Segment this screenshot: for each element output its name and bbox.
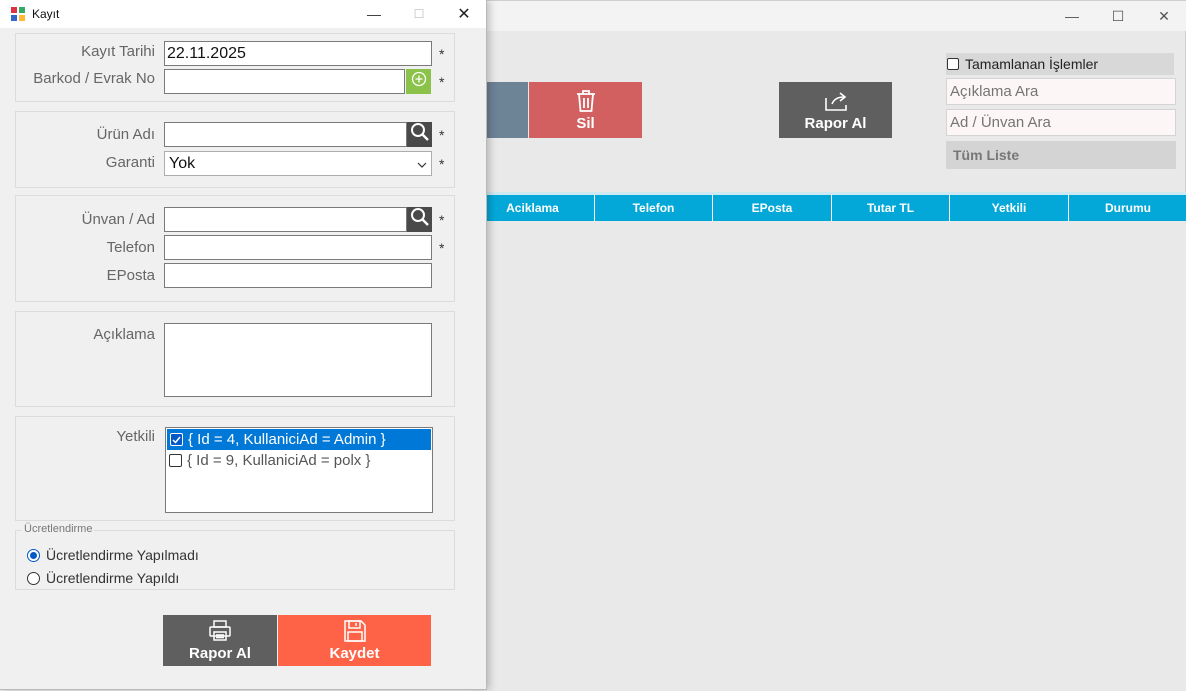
- title-name-label: Ünvan / Ad: [81, 211, 155, 228]
- add-barcode-button[interactable]: [406, 69, 431, 94]
- description-label: Açıklama: [93, 326, 155, 343]
- minimize-icon: —: [367, 6, 381, 22]
- dialog-close-button[interactable]: ✕: [441, 0, 487, 28]
- completed-filter-checkbox[interactable]: Tamamlanan İşlemler: [946, 53, 1174, 75]
- delete-label: Sil: [576, 114, 595, 132]
- dialog-titlebar: Kayıt — ☐ ✕: [0, 0, 486, 28]
- list-item[interactable]: { Id = 4, KullaniciAd = Admin }: [167, 429, 431, 450]
- grid-body[interactable]: [471, 221, 1186, 691]
- close-icon: ✕: [1158, 7, 1170, 24]
- checked-checkbox[interactable]: [170, 433, 183, 446]
- close-icon: ✕: [457, 6, 471, 23]
- email-field[interactable]: [164, 263, 432, 288]
- title-name-field[interactable]: [164, 207, 407, 232]
- close-button[interactable]: ✕: [1141, 1, 1186, 31]
- column-header[interactable]: Yetkili: [949, 195, 1068, 221]
- required-mark: *: [439, 74, 445, 90]
- barcode-field[interactable]: [164, 69, 405, 94]
- radio-unselected: [27, 571, 40, 585]
- required-mark: *: [439, 240, 445, 256]
- required-mark: *: [439, 127, 445, 143]
- barcode-label: Barkod / Evrak No: [33, 70, 155, 87]
- warranty-select[interactable]: Yok: [164, 151, 432, 176]
- record-date-label: Kayıt Tarihi: [81, 43, 155, 60]
- completed-filter-label: Tamamlanan İşlemler: [965, 56, 1099, 72]
- product-name-label: Ürün Adı: [96, 126, 155, 143]
- dialog-minimize-button[interactable]: —: [351, 0, 397, 28]
- email-label: EPosta: [106, 267, 155, 284]
- chevron-down-icon: [417, 155, 427, 173]
- save-icon: [343, 619, 367, 643]
- maximize-button[interactable]: ☐: [1095, 1, 1141, 31]
- phone-field[interactable]: [164, 235, 432, 260]
- radio-not-priced[interactable]: Ücretlendirme Yapılmadı: [27, 547, 199, 563]
- checkbox-box: [947, 58, 959, 70]
- description-field[interactable]: [164, 323, 432, 397]
- save-button[interactable]: Kaydet: [278, 615, 431, 666]
- delete-button[interactable]: Sil: [529, 82, 642, 138]
- description-search-input[interactable]: [946, 78, 1176, 105]
- radio-selected: [27, 548, 40, 562]
- column-header[interactable]: EPosta: [712, 195, 831, 221]
- list-item-label: { Id = 9, KullaniciAd = polx }: [187, 452, 371, 469]
- minimize-button[interactable]: —: [1049, 1, 1095, 31]
- app-icon: [10, 6, 26, 22]
- grid-header: Aciklama Telefon EPosta Tutar TL Yetkili…: [471, 195, 1186, 221]
- maximize-icon: ☐: [1111, 7, 1125, 24]
- column-header[interactable]: Tutar TL: [831, 195, 949, 221]
- radio-priced[interactable]: Ücretlendirme Yapıldı: [27, 570, 179, 586]
- record-info-group: Kayıt Tarihi * Barkod / Evrak No *: [15, 33, 455, 102]
- warranty-label: Garanti: [105, 154, 155, 171]
- trash-icon: [575, 89, 597, 113]
- report-label: Rapor Al: [804, 114, 867, 132]
- authorized-group: Yetkili { Id = 4, KullaniciAd = Admin } …: [15, 416, 455, 521]
- product-group: Ürün Adı * Garanti Yok *: [15, 111, 455, 188]
- radio-label: Ücretlendirme Yapılmadı: [46, 547, 199, 563]
- column-header[interactable]: Telefon: [594, 195, 712, 221]
- printer-icon: [208, 619, 232, 643]
- authorized-checklist: { Id = 4, KullaniciAd = Admin } { Id = 9…: [165, 427, 433, 513]
- customer-group: Ünvan / Ad * Telefon * EPosta: [15, 195, 455, 302]
- full-list-button[interactable]: Tüm Liste: [946, 141, 1176, 169]
- description-group: Açıklama: [15, 311, 455, 407]
- pricing-group-title: Ücretlendirme: [22, 523, 95, 535]
- warranty-value: Yok: [169, 154, 196, 172]
- print-report-label: Rapor Al: [189, 645, 251, 662]
- phone-label: Telefon: [106, 239, 155, 256]
- share-icon: [823, 89, 849, 113]
- list-item[interactable]: { Id = 9, KullaniciAd = polx }: [166, 450, 432, 471]
- record-date-field[interactable]: [164, 41, 432, 66]
- pricing-group: Ücretlendirme Ücretlendirme Yapılmadı Üc…: [15, 523, 455, 590]
- required-mark: *: [439, 46, 445, 62]
- search-icon: [410, 207, 430, 232]
- record-dialog: Kayıt — ☐ ✕ Kayıt Tarihi * Barkod / Evra…: [0, 0, 487, 690]
- plus-circle-icon: [411, 71, 427, 92]
- dialog-title: Kayıt: [32, 7, 60, 21]
- unchecked-checkbox[interactable]: [169, 454, 182, 467]
- authorized-label: Yetkili: [116, 428, 155, 445]
- save-label: Kaydet: [329, 645, 380, 662]
- report-button[interactable]: Rapor Al: [779, 82, 892, 138]
- dialog-maximize-button: ☐: [396, 0, 442, 28]
- list-item-label: { Id = 4, KullaniciAd = Admin }: [188, 431, 386, 448]
- search-icon: [410, 122, 430, 147]
- column-header[interactable]: Aciklama: [471, 195, 594, 221]
- required-mark: *: [439, 156, 445, 172]
- radio-label: Ücretlendirme Yapıldı: [46, 570, 180, 586]
- full-list-label: Tüm Liste: [953, 147, 1020, 163]
- maximize-icon: ☐: [413, 7, 425, 21]
- required-mark: *: [439, 212, 445, 228]
- product-name-field[interactable]: [164, 122, 407, 147]
- minimize-icon: —: [1065, 8, 1079, 24]
- product-search-button[interactable]: [407, 122, 432, 147]
- print-report-button[interactable]: Rapor Al: [163, 615, 277, 666]
- column-header[interactable]: Durumu: [1068, 195, 1186, 221]
- name-search-input[interactable]: [946, 109, 1176, 136]
- customer-search-button[interactable]: [407, 207, 432, 232]
